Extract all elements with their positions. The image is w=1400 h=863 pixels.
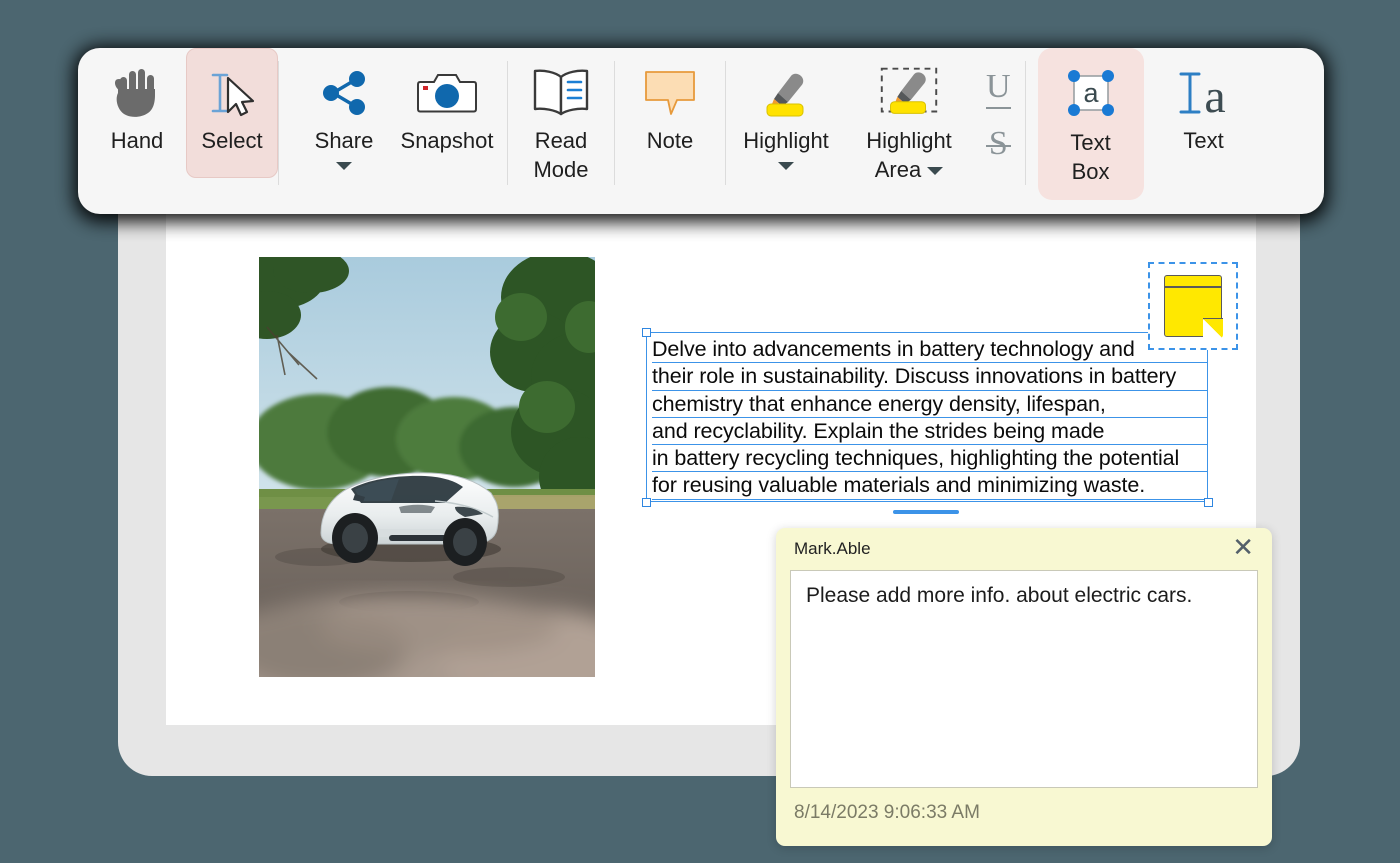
- tool-button-hand[interactable]: Hand: [94, 48, 180, 155]
- strikethrough-icon[interactable]: S: [985, 127, 1011, 161]
- tool-button-read-mode[interactable]: Read Mode: [508, 48, 614, 184]
- chevron-down-icon[interactable]: [927, 167, 944, 176]
- note-timestamp: 8/14/2023 9:06:33 AM: [794, 802, 980, 823]
- text-cursor-icon: a: [1169, 62, 1239, 124]
- document-image: [259, 257, 595, 677]
- sticky-note-icon: [1164, 275, 1224, 339]
- underline-icon[interactable]: U: [986, 70, 1011, 109]
- text-box-line: and recyclability. Explain the strides b…: [652, 418, 1208, 446]
- toolbar-divider: [278, 61, 279, 185]
- tool-button-select[interactable]: Select: [186, 48, 278, 178]
- highlight-area-icon: [874, 62, 944, 124]
- tool-label-snapshot: Snapshot: [400, 128, 494, 153]
- camera-icon: [412, 62, 482, 124]
- tool-label-select: Select: [201, 128, 263, 153]
- sticky-note-fold-icon: [1202, 317, 1224, 339]
- open-book-icon: [526, 62, 596, 124]
- text-box-content[interactable]: Delve into advancements in battery techn…: [652, 336, 1208, 500]
- text-box-line: their role in sustainability. Discuss in…: [652, 363, 1208, 391]
- share-icon: [309, 62, 379, 124]
- tool-label-highlight: Highlight: [743, 128, 829, 153]
- text-box-icon: a: [1056, 64, 1126, 126]
- resize-handle-bottom-center[interactable]: [893, 510, 959, 514]
- close-icon[interactable]: ✕: [1230, 534, 1256, 564]
- svg-text:a: a: [1204, 70, 1225, 120]
- text-box-line: for reusing valuable materials and minim…: [652, 472, 1208, 500]
- toolbar-divider: [1024, 61, 1026, 185]
- annotation-toolbar: Hand Select Share Snapshot Read Mode Not…: [78, 48, 1324, 214]
- tool-label-read-mode: Read Mode: [533, 128, 589, 183]
- tool-button-share[interactable]: Share: [301, 48, 387, 171]
- select-cursor-icon: [197, 62, 267, 124]
- svg-text:a: a: [1083, 78, 1099, 108]
- note-author: Mark.Able: [794, 539, 871, 558]
- hand-icon: [102, 62, 172, 124]
- tool-button-highlight-area[interactable]: Highlight Area: [846, 48, 972, 184]
- text-markup-tools: U S: [972, 48, 1025, 161]
- note-text-input[interactable]: Please add more info. about electric car…: [790, 570, 1258, 788]
- tool-label-text: Text: [1183, 128, 1224, 153]
- tool-label-hand: Hand: [110, 128, 164, 153]
- text-box-line: chemistry that enhance energy density, l…: [652, 391, 1208, 418]
- resize-handle-bottom-left[interactable]: [642, 498, 651, 507]
- resize-handle-top-left[interactable]: [642, 328, 651, 337]
- note-popup: Mark.Able ✕ Please add more info. about …: [776, 528, 1272, 846]
- tool-button-note[interactable]: Note: [615, 48, 725, 155]
- tool-button-snapshot[interactable]: Snapshot: [387, 48, 507, 155]
- text-box-line: Delve into advancements in battery techn…: [652, 336, 1208, 364]
- tool-label-text-box: Text Box: [1070, 130, 1111, 185]
- text-box-line: in battery recycling techniques, highlig…: [652, 445, 1208, 473]
- tool-label-highlight-area: Highlight Area: [866, 128, 952, 183]
- tool-label-note: Note: [646, 128, 694, 153]
- tool-button-text-box[interactable]: a Text Box: [1037, 48, 1144, 200]
- highlighter-icon: [751, 62, 821, 124]
- tool-button-highlight[interactable]: Highlight: [726, 48, 846, 171]
- tool-label-share: Share: [314, 128, 374, 153]
- sticky-note-annotation[interactable]: [1148, 262, 1238, 350]
- tool-button-text[interactable]: a Text: [1154, 48, 1254, 155]
- resize-handle-bottom-right[interactable]: [1204, 498, 1213, 507]
- speech-bubble-icon: [635, 62, 705, 124]
- chevron-down-icon[interactable]: [778, 162, 794, 171]
- note-popup-header: Mark.Able ✕: [776, 528, 1272, 570]
- chevron-down-icon[interactable]: [336, 162, 352, 171]
